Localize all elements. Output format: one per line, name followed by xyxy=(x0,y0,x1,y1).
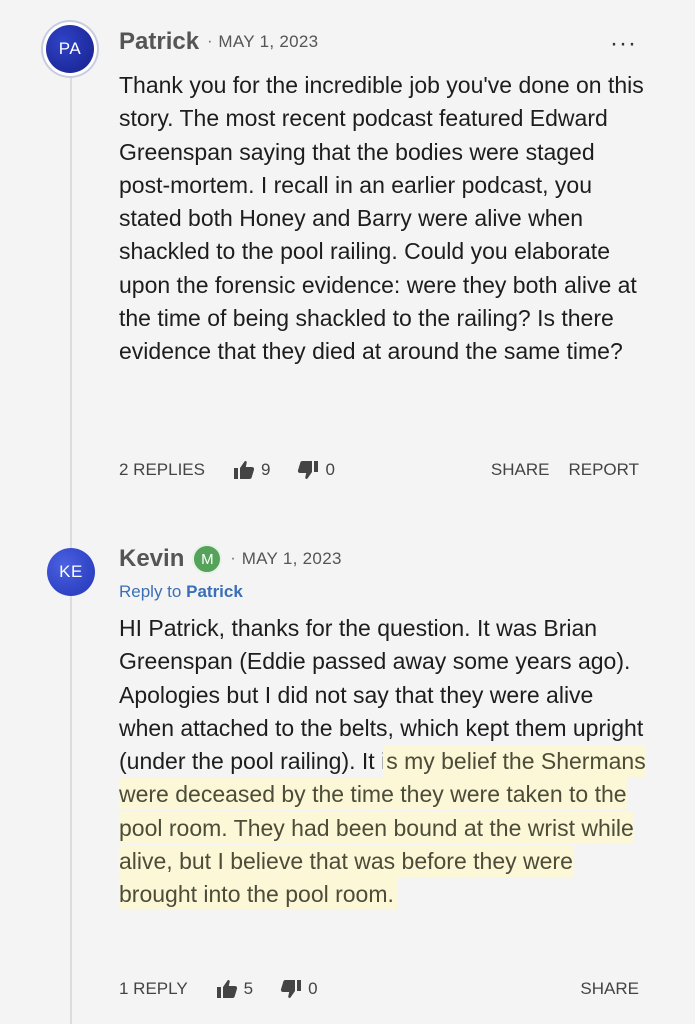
separator-dot: · xyxy=(207,33,213,50)
comment-body: HI Patrick, thanks for the question. It … xyxy=(119,612,649,912)
moderator-badge: M xyxy=(192,544,223,574)
dislike-count: 0 xyxy=(325,460,335,479)
share-button[interactable]: SHARE xyxy=(580,979,639,999)
more-options-icon[interactable]: ··· xyxy=(610,32,637,56)
comment-actions-right: SHARE xyxy=(580,979,639,999)
like-count: 9 xyxy=(261,460,271,479)
thumbs-up-icon xyxy=(216,980,237,998)
comment-actions: 1 REPLY 5 0 SHARE xyxy=(119,977,639,1001)
reply-to-label: Reply to xyxy=(119,582,182,601)
avatar[interactable]: KE xyxy=(47,548,95,596)
comment-body: Thank you for the incredible job you've … xyxy=(119,72,644,365)
comment: Patrick · MAY 1, 2023 ··· Thank you for … xyxy=(119,26,659,479)
reply-to-link[interactable]: Patrick xyxy=(186,582,243,601)
thumbs-down-icon xyxy=(281,980,302,998)
comment-author[interactable]: Kevin xyxy=(119,545,184,573)
reply-to: Reply to Patrick xyxy=(119,582,659,602)
comment-header: Kevin M · MAY 1, 2023 xyxy=(119,543,659,575)
share-button[interactable]: SHARE xyxy=(491,460,550,480)
dislike-count: 0 xyxy=(308,979,318,998)
dislike-button[interactable]: 0 xyxy=(297,460,335,480)
comment-actions: 2 REPLIES 9 0 SHARE REPORT xyxy=(119,458,639,482)
thumbs-down-icon xyxy=(298,461,319,479)
like-button[interactable]: 9 xyxy=(233,460,270,480)
replies-button[interactable]: 1 REPLY xyxy=(119,979,188,999)
replies-button[interactable]: 2 REPLIES xyxy=(119,460,205,480)
comment-actions-right: SHARE REPORT xyxy=(491,460,639,480)
avatar[interactable]: PA xyxy=(46,25,94,73)
like-count: 5 xyxy=(243,979,254,998)
comments-page: PA Patrick · MAY 1, 2023 ··· Thank you f… xyxy=(0,0,695,1024)
dislike-button[interactable]: 0 xyxy=(280,979,318,999)
thread-line xyxy=(70,70,72,1024)
report-button[interactable]: REPORT xyxy=(568,460,639,480)
separator-dot: · xyxy=(230,550,236,567)
like-button[interactable]: 5 xyxy=(216,979,253,999)
comment-date: MAY 1, 2023 xyxy=(241,549,342,568)
comment: Kevin M · MAY 1, 2023 Reply to Patrick H… xyxy=(119,543,659,998)
thumbs-up-icon xyxy=(234,461,255,479)
comment-author[interactable]: Patrick xyxy=(119,28,199,56)
comment-date: MAY 1, 2023 xyxy=(218,32,319,51)
comment-header: Patrick · MAY 1, 2023 xyxy=(119,26,659,58)
